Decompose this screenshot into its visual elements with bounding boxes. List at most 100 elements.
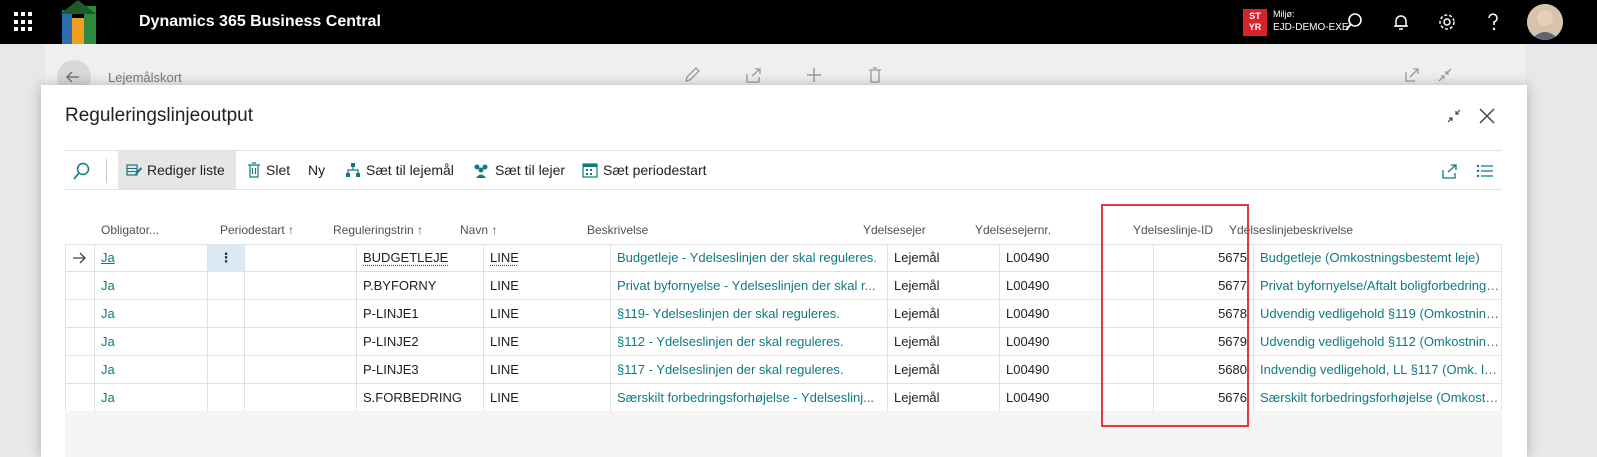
environment-label[interactable]: Miljø: EJD-DEMO-EXE [1273,8,1349,34]
cell-period-start[interactable] [245,356,357,384]
search-icon[interactable] [72,161,92,181]
column-header-name[interactable]: Navn ↑ [460,223,497,237]
row-indicator[interactable] [65,384,95,412]
collapse-dialog-icon[interactable] [1443,105,1465,127]
current-row-arrow-icon [73,252,86,264]
help-icon[interactable] [1482,11,1504,33]
settings-gear-icon[interactable] [1436,11,1458,33]
table-row[interactable]: Ja P-LINJE1 LINE §119- Ydelseslinjen der sk… [65,300,1502,328]
list-view-icon[interactable] [1476,163,1494,179]
cell-regulation-step[interactable]: BUDGETLEJE [357,244,484,272]
cell-service-line-description[interactable]: Privat byfornyelse/Aftalt boligforbedrin… [1254,272,1502,300]
cell-description[interactable]: Særskilt forbedringsforhøjelse - Ydelses… [611,384,888,412]
share-icon[interactable] [1440,162,1458,180]
environment-badge[interactable]: ST YR [1243,9,1267,36]
cell-name[interactable]: LINE [484,272,611,300]
set-to-tenant-button[interactable]: Sæt til lejer [472,151,565,189]
column-header-service-owner-no[interactable]: Ydelsesejernr. [975,223,1051,237]
row-menu-cell[interactable]: ⋮ [208,244,245,272]
cell-regulation-step[interactable]: P-LINJE3 [357,356,484,384]
cell-service-line-description[interactable]: Indvendig vedligehold, LL §117 (Omk. lej… [1254,356,1502,384]
edit-list-button[interactable]: Rediger liste [118,151,236,189]
cell-period-start[interactable] [245,384,357,412]
cell-obligatory[interactable]: Ja [95,356,208,384]
company-logo [60,0,96,44]
delete-icon[interactable] [866,66,884,84]
new-button[interactable]: Ny [308,151,325,189]
cell-period-start[interactable] [245,272,357,300]
row-menu-cell[interactable] [208,300,245,328]
table-row[interactable]: Ja P.BYFORNY LINE Privat byfornyelse - Ydel… [65,272,1502,300]
cell-regulation-step[interactable]: P.BYFORNY [357,272,484,300]
row-indicator[interactable] [65,300,95,328]
cell-service-line-description[interactable]: Udvendig vedligehold §112 (Omkostnings..… [1254,328,1502,356]
cell-obligatory[interactable]: Ja [95,328,208,356]
open-new-window-icon[interactable] [1403,66,1421,84]
table-row[interactable]: Ja P-LINJE2 LINE §112 - Ydelseslinjen der s… [65,328,1502,356]
column-header-regulation-step[interactable]: Reguleringstrin ↑ [333,223,423,237]
cell-service-line-description[interactable]: Udvendig vedligehold §119 (Omkostnings..… [1254,300,1502,328]
cell-name[interactable]: LINE [484,356,611,384]
cell-name[interactable]: LINE [484,328,611,356]
cell-period-start[interactable] [245,328,357,356]
app-title[interactable]: Dynamics 365 Business Central [139,13,381,31]
cell-regulation-step[interactable]: P-LINJE2 [357,328,484,356]
cell-description[interactable]: Privat byfornyelse - Ydelseslinjen der s… [611,272,888,300]
app-bar: Dynamics 365 Business Central ST YR Milj… [0,0,1597,44]
notification-bell-icon[interactable] [1390,11,1412,33]
cell-service-owner[interactable]: Lejemål [888,300,1000,328]
app-launcher-icon[interactable] [14,12,34,32]
row-indicator[interactable] [65,356,95,384]
cell-description[interactable]: §117 - Ydelseslinjen der skal reguleres. [611,356,888,384]
cell-service-owner[interactable]: Lejemål [888,244,1000,272]
cell-regulation-step[interactable]: S.FORBEDRING [357,384,484,412]
edit-icon[interactable] [683,66,701,84]
cell-description[interactable]: Budgetleje - Ydelseslinjen der skal regu… [611,244,888,272]
row-menu-icon[interactable]: ⋮ [220,250,233,265]
column-header-description[interactable]: Beskrivelse [587,223,648,237]
cell-service-line-description[interactable]: Budgetleje (Omkostningsbestemt leje) [1254,244,1502,272]
row-indicator[interactable] [65,328,95,356]
cell-period-start[interactable] [245,300,357,328]
table-row[interactable]: Ja ⋮ BUDGETLEJE LINE Budgetleje - Ydelseslin… [65,244,1502,272]
cell-name[interactable]: LINE [484,384,611,412]
cell-service-owner[interactable]: Lejemål [888,356,1000,384]
delete-button[interactable]: Slet [247,151,290,189]
table-row[interactable]: Ja S.FORBEDRING LINE Særskilt forbedringsfo… [65,384,1502,412]
table-row[interactable]: Ja P-LINJE3 LINE §117 - Ydelseslinjen der s… [65,356,1502,384]
column-header-period-start[interactable]: Periodestart ↑ [220,223,294,237]
cell-service-owner[interactable]: Lejemål [888,328,1000,356]
cell-service-owner[interactable]: Lejemål [888,384,1000,412]
set-to-lease-button[interactable]: Sæt til lejemål [345,151,454,189]
collapse-icon[interactable] [1436,66,1454,84]
cell-name[interactable]: LINE [484,244,611,272]
cell-description[interactable]: §112 - Ydelseslinjen der skal reguleres. [611,328,888,356]
user-avatar[interactable] [1527,4,1563,40]
share-icon[interactable] [744,66,762,84]
cell-obligatory[interactable]: Ja [95,300,208,328]
cell-service-line-description[interactable]: Særskilt forbedringsforhøjelse (Omkostni… [1254,384,1502,412]
set-period-start-button[interactable]: Sæt periodestart [582,151,707,189]
row-indicator[interactable] [65,272,95,300]
row-indicator[interactable] [65,244,95,272]
cell-obligatory[interactable]: Ja [95,272,208,300]
cell-regulation-step[interactable]: P-LINJE1 [357,300,484,328]
cell-obligatory[interactable]: Ja [95,244,208,272]
cell-description[interactable]: §119- Ydelseslinjen der skal reguleres. [611,300,888,328]
search-icon[interactable] [1343,11,1365,33]
grid-empty-area [65,411,1502,457]
close-icon[interactable] [1476,105,1498,127]
row-menu-cell[interactable] [208,328,245,356]
cell-period-start[interactable] [245,244,357,272]
separator [106,159,107,183]
row-menu-cell[interactable] [208,272,245,300]
column-header-service-owner[interactable]: Ydelsesejer [863,223,926,237]
row-menu-cell[interactable] [208,384,245,412]
row-menu-cell[interactable] [208,356,245,384]
edit-list-icon [126,164,142,176]
cell-obligatory[interactable]: Ja [95,384,208,412]
add-icon[interactable] [805,66,823,84]
cell-service-owner[interactable]: Lejemål [888,272,1000,300]
column-header-obligatory[interactable]: Obligator... [101,223,159,237]
cell-name[interactable]: LINE [484,300,611,328]
